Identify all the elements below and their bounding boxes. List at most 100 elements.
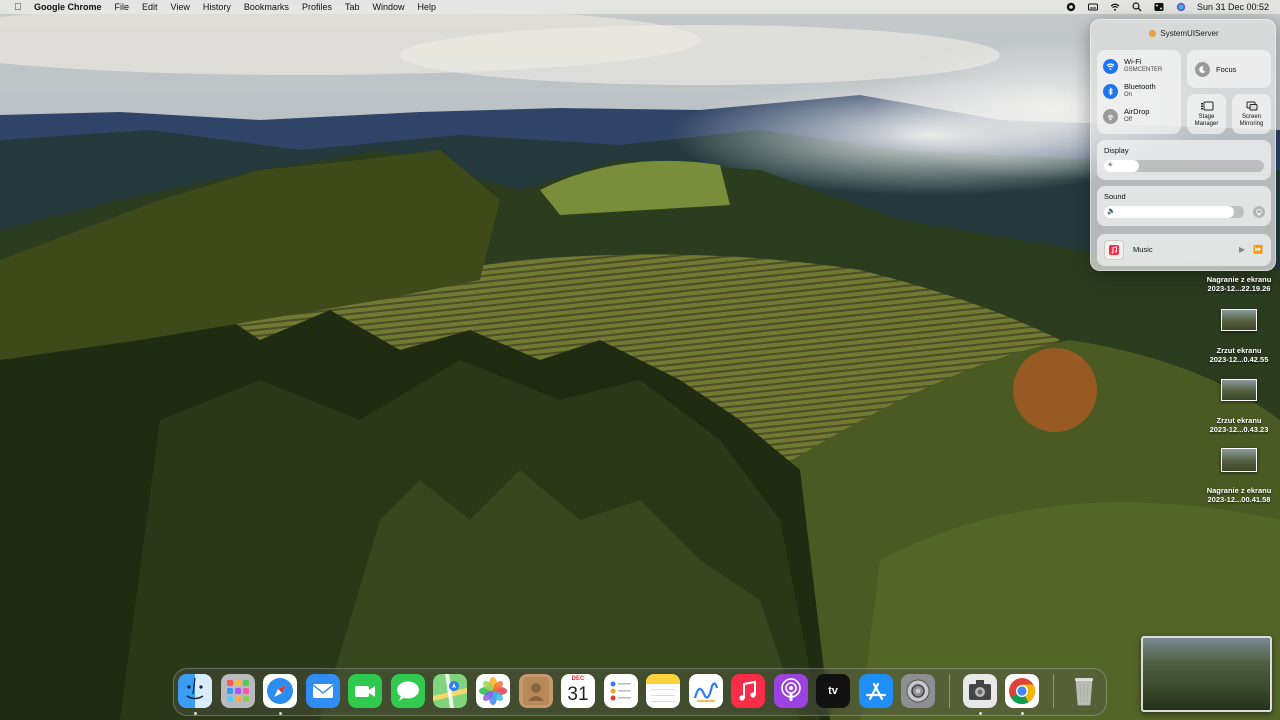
screenshot-icon[interactable]	[963, 674, 997, 708]
menu-tab[interactable]: Tab	[345, 2, 360, 12]
stage-manager-button[interactable]: Stage Manager	[1187, 94, 1226, 134]
desktop-file-recording-2[interactable]: Nagranie z ekranu 2023-12...00.41.58	[1199, 486, 1279, 504]
bluetooth-toggle[interactable]: Bluetooth On	[1103, 83, 1156, 99]
menu-profiles[interactable]: Profiles	[302, 2, 332, 12]
menu-edit[interactable]: Edit	[142, 2, 158, 12]
running-indicator	[194, 712, 197, 715]
menu-clock[interactable]: Sun 31 Dec 00:52	[1197, 2, 1269, 12]
keyboard-icon[interactable]	[1087, 2, 1099, 12]
reminders-icon[interactable]	[604, 674, 638, 708]
wifi-network: GSMCENTER	[1124, 67, 1163, 73]
control-center-icon[interactable]	[1153, 2, 1165, 12]
safari-icon[interactable]	[263, 674, 297, 708]
facetime-icon[interactable]	[348, 674, 382, 708]
calendar-icon[interactable]: DEC 31	[561, 674, 595, 708]
control-center-panel: SystemUIServer Wi-Fi GSMCENTER Bluetooth O…	[1090, 19, 1276, 271]
maps-icon[interactable]	[433, 674, 467, 708]
control-center-title: SystemUIServer	[1091, 29, 1277, 38]
notes-icon[interactable]	[646, 674, 680, 708]
menu-file[interactable]: File	[115, 2, 130, 12]
menu-bookmarks[interactable]: Bookmarks	[244, 2, 289, 12]
file-detail: 2023-12...0.43.23	[1209, 425, 1269, 434]
system-settings-icon[interactable]	[901, 674, 935, 708]
menu-history[interactable]: History	[203, 2, 231, 12]
file-detail: 2023-12...22.19.26	[1207, 284, 1271, 293]
mail-icon[interactable]	[306, 674, 340, 708]
sound-label: Sound	[1104, 192, 1126, 201]
wifi-icon	[1103, 58, 1118, 74]
desktop-file-recording-1[interactable]: Nagranie z ekranu 2023-12...22.19.26	[1199, 275, 1279, 293]
finder-icon[interactable]	[178, 674, 212, 708]
messages-icon[interactable]	[391, 674, 425, 708]
recording-thumbnail[interactable]	[1221, 448, 1257, 472]
screen-mirroring-icon	[1246, 101, 1257, 111]
airdrop-toggle[interactable]: AirDrop Off	[1103, 108, 1149, 124]
dock-separator	[1053, 674, 1054, 708]
desktop-wallpaper	[0, 0, 1280, 720]
focus-label: Focus	[1216, 64, 1237, 74]
wifi-icon[interactable]	[1109, 2, 1121, 12]
wifi-label: Wi-Fi	[1124, 57, 1142, 66]
screenshot-thumbnail[interactable]	[1221, 309, 1257, 331]
apple-menu-icon[interactable]: 	[11, 2, 25, 13]
music-app-icon	[1104, 240, 1124, 260]
podcasts-icon[interactable]	[774, 674, 808, 708]
file-name: Nagranie z ekranu	[1206, 486, 1272, 495]
menu-help[interactable]: Help	[417, 2, 436, 12]
screen-mirroring-button[interactable]: Screen Mirroring	[1232, 94, 1271, 134]
dock-separator	[949, 674, 950, 708]
contacts-icon[interactable]	[519, 674, 553, 708]
trash-icon[interactable]	[1067, 674, 1101, 708]
airplay-audio-icon[interactable]	[1253, 206, 1265, 218]
bluetooth-label: Bluetooth	[1124, 82, 1156, 91]
music-icon[interactable]	[731, 674, 765, 708]
desktop-file-screenshot-2[interactable]: Zrzut ekranu 2023-12...0.43.23	[1199, 416, 1279, 434]
menu-view[interactable]: View	[171, 2, 190, 12]
screen-mirroring-label: Screen Mirroring	[1239, 114, 1264, 127]
running-indicator	[1021, 712, 1024, 715]
file-detail: 2023-12...0.42.55	[1209, 355, 1269, 364]
menu-window[interactable]: Window	[372, 2, 404, 12]
record-icon[interactable]	[1065, 2, 1077, 12]
photos-icon[interactable]	[476, 674, 510, 708]
launchpad-icon[interactable]	[221, 674, 255, 708]
connectivity-module: Wi-Fi GSMCENTER Bluetooth On AirDrop Off	[1097, 50, 1181, 134]
focus-button[interactable]: Focus	[1187, 50, 1271, 88]
screenshot-preview-thumbnail[interactable]	[1141, 636, 1272, 712]
file-detail: 2023-12...00.41.58	[1207, 495, 1271, 504]
file-name: Zrzut ekranu	[1216, 346, 1262, 355]
now-playing-module[interactable]: Music ▶ ⏩	[1097, 234, 1271, 266]
status-area: Sun 31 Dec 00:52	[1065, 0, 1280, 14]
app-indicator-icon	[1149, 30, 1157, 37]
app-menu[interactable]: Google Chrome	[34, 2, 102, 12]
siri-icon[interactable]	[1175, 2, 1187, 12]
play-icon[interactable]: ▶	[1239, 245, 1245, 254]
sound-volume-slider[interactable]: 🔈	[1104, 206, 1244, 218]
app-store-icon[interactable]	[859, 674, 893, 708]
menu-bar:  Google Chrome File Edit View History B…	[0, 0, 1280, 14]
sound-module: Sound 🔈	[1097, 186, 1271, 226]
file-name: Zrzut ekranu	[1216, 416, 1262, 425]
display-brightness-slider[interactable]: ☀	[1104, 160, 1264, 172]
music-label: Music	[1133, 245, 1153, 254]
freeform-icon[interactable]	[689, 674, 723, 708]
file-name: Nagranie z ekranu	[1206, 275, 1272, 284]
tv-icon[interactable]: tv	[816, 674, 850, 708]
search-icon[interactable]	[1131, 2, 1143, 12]
running-indicator	[979, 712, 982, 715]
chrome-icon[interactable]	[1005, 674, 1039, 708]
sun-icon: ☀	[1107, 162, 1114, 169]
running-indicator	[279, 712, 282, 715]
wifi-toggle[interactable]: Wi-Fi GSMCENTER	[1103, 58, 1162, 74]
control-center-title-text: SystemUIServer	[1160, 29, 1219, 38]
stage-manager-icon	[1200, 101, 1213, 111]
skip-forward-icon[interactable]: ⏩	[1253, 245, 1263, 254]
display-label: Display	[1104, 146, 1129, 155]
display-module: Display ☀	[1097, 140, 1271, 180]
calendar-day: 31	[567, 684, 589, 705]
tv-label: tv	[828, 685, 838, 697]
screenshot-thumbnail[interactable]	[1221, 379, 1257, 401]
airdrop-icon	[1103, 108, 1118, 124]
bluetooth-status: On	[1124, 92, 1133, 98]
desktop-file-screenshot-1[interactable]: Zrzut ekranu 2023-12...0.42.55	[1199, 346, 1279, 364]
